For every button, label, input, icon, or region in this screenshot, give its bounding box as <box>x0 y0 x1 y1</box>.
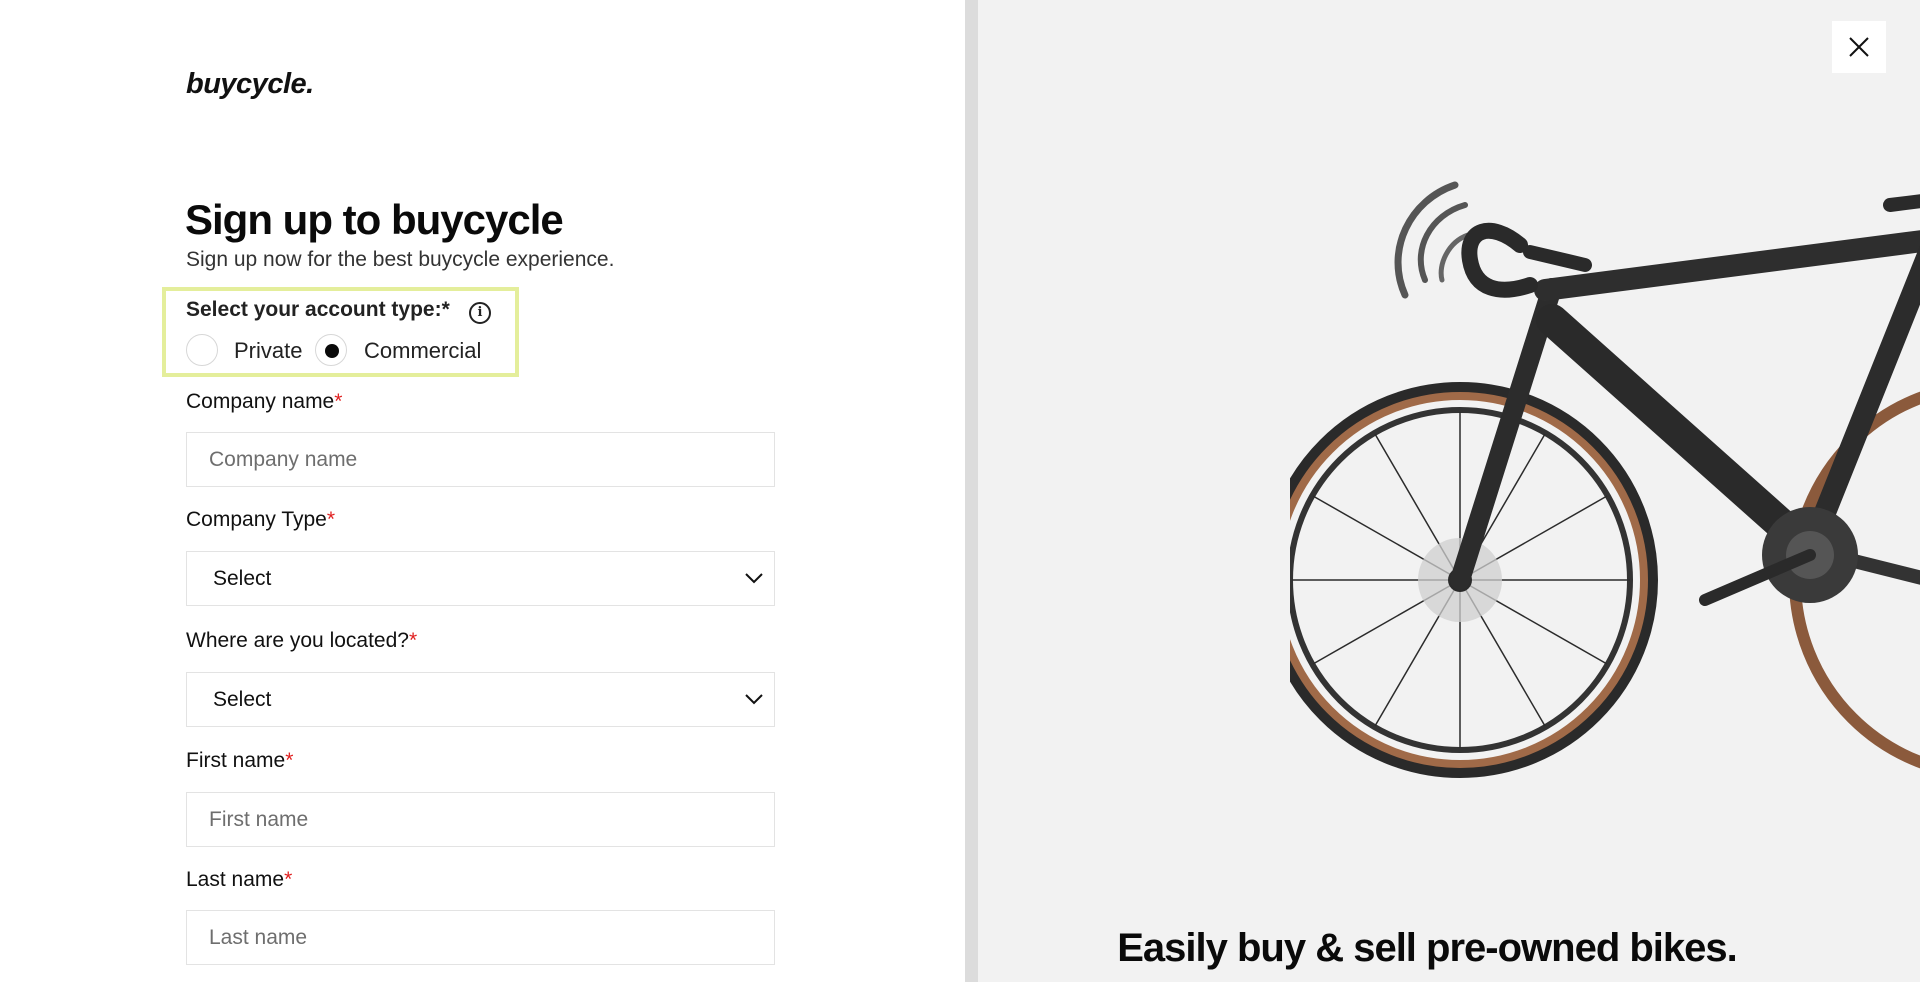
radio-selected-dot <box>325 344 339 358</box>
location-label: Where are you located?* <box>186 629 417 653</box>
company-name-label: Company name* <box>186 390 342 414</box>
required-mark: * <box>334 390 343 413</box>
company-type-select[interactable]: Select <box>186 551 775 606</box>
chevron-down-icon <box>745 694 763 705</box>
panel-divider <box>965 0 978 982</box>
required-mark: * <box>326 508 336 531</box>
last-name-input[interactable] <box>186 910 775 965</box>
required-mark: * <box>284 868 293 891</box>
radio-commercial[interactable] <box>315 334 347 366</box>
company-type-label-text: Company Type <box>186 508 327 531</box>
buycycle-logo[interactable]: buycycle. <box>186 68 314 101</box>
location-select[interactable]: Select <box>186 672 775 727</box>
road-bike-image <box>1290 181 1920 778</box>
required-mark: * <box>285 749 294 772</box>
company-type-value: Select <box>213 567 272 590</box>
page-subtitle: Sign up now for the best buycycle experi… <box>186 248 615 271</box>
account-type-label: Select your account type:* <box>186 298 450 321</box>
info-icon[interactable]: i <box>469 302 491 324</box>
radio-private[interactable] <box>186 334 218 366</box>
first-name-label-text: First name <box>186 749 286 772</box>
company-name-input[interactable] <box>186 432 775 487</box>
radio-commercial-label[interactable]: Commercial <box>364 338 481 364</box>
chevron-down-icon <box>745 573 763 584</box>
location-value: Select <box>213 688 272 711</box>
last-name-label: Last name* <box>186 868 292 892</box>
radio-private-label[interactable]: Private <box>234 338 302 364</box>
last-name-label-text: Last name <box>186 868 285 891</box>
promo-tagline-text: Easily buy & sell pre-owned bikes. <box>1117 926 1738 970</box>
first-name-label: First name* <box>186 749 293 773</box>
close-button[interactable] <box>1832 21 1886 73</box>
company-type-label: Company Type* <box>186 508 335 532</box>
signup-form-panel: buycycle. Sign up to buycycle Sign up no… <box>0 0 965 982</box>
company-name-label-text: Company name <box>186 390 335 413</box>
close-icon <box>1849 37 1869 57</box>
page-title: Sign up to buycycle <box>185 196 564 243</box>
required-mark: * <box>408 629 418 652</box>
location-label-text: Where are you located? <box>186 629 409 652</box>
promo-tagline: Easily buy & sell pre-owned bikes. <box>978 926 1920 971</box>
signup-page: buycycle. Sign up to buycycle Sign up no… <box>0 0 1920 982</box>
first-name-input[interactable] <box>186 792 775 847</box>
